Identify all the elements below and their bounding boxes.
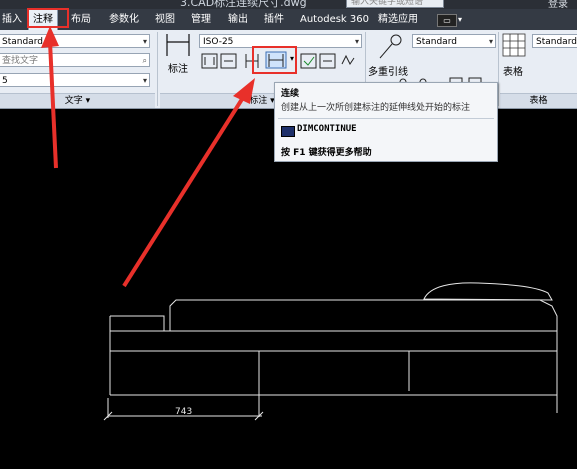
dimension-text: 743 — [175, 407, 192, 417]
tooltip-description: 创建从上一次所创建标注的延伸线处开始的标注 — [281, 103, 471, 113]
annotation-arrow — [122, 94, 246, 288]
command-icon — [281, 126, 295, 137]
highlight-continue-button — [252, 46, 297, 74]
tooltip-command: DIMCONTINUE — [297, 124, 357, 134]
annotation-arrows — [41, 26, 255, 288]
highlight-annotate-tab — [27, 8, 69, 28]
arrowhead — [233, 78, 255, 104]
tooltip-title: 连续 — [281, 89, 300, 99]
tooltip-divider — [278, 118, 494, 119]
annotation-arrow — [48, 41, 58, 169]
pillow-shape — [423, 282, 553, 301]
continue-tooltip: 连续 创建从上一次所创建标注的延伸线处开始的标注 DIMCONTINUE 按 F… — [274, 82, 498, 162]
tooltip-help: 按 F1 键获得更多帮助 — [281, 148, 372, 158]
sofa-outline — [110, 299, 558, 413]
arrowhead — [41, 26, 59, 48]
